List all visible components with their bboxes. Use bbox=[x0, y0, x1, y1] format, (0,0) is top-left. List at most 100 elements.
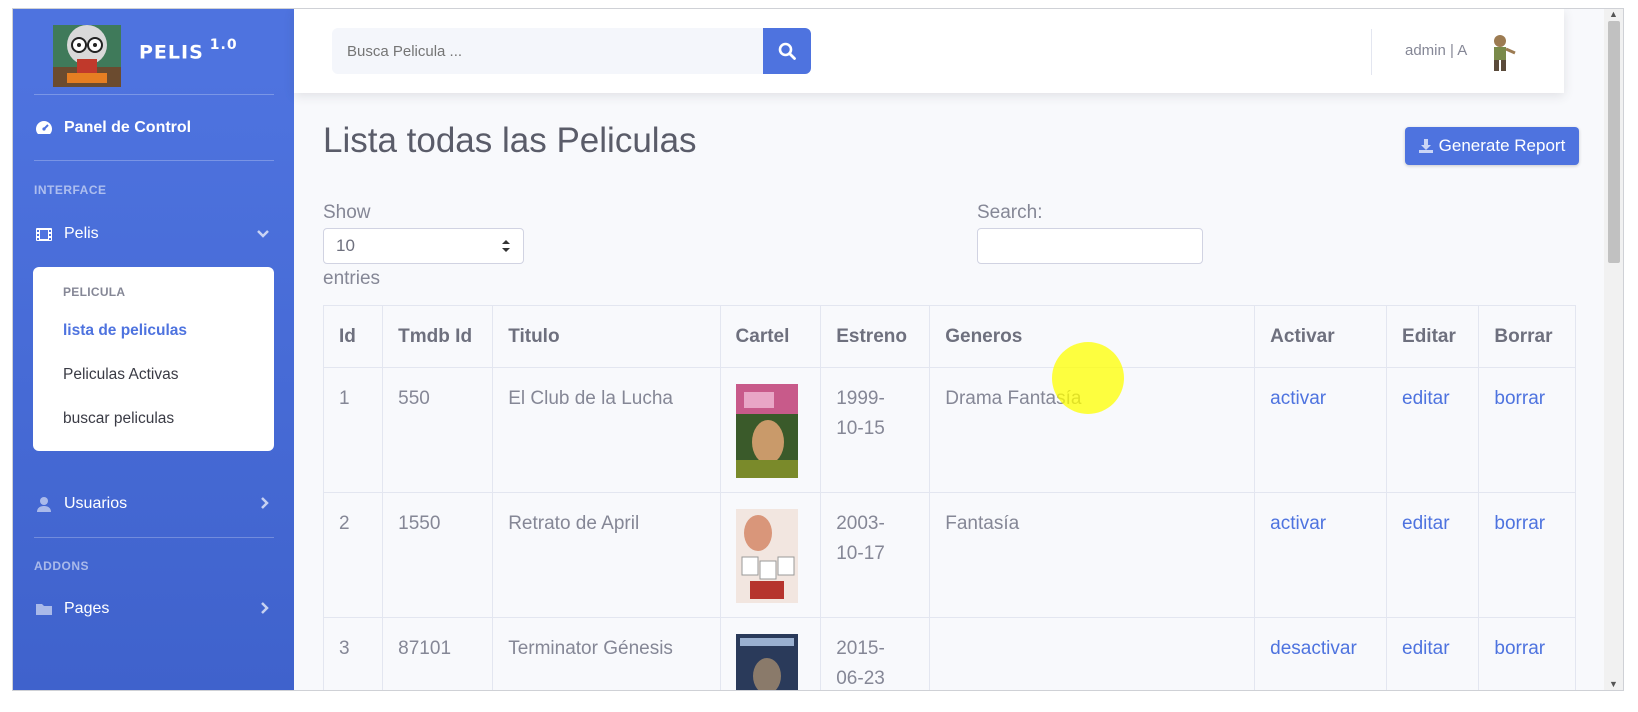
poster-image[interactable] bbox=[735, 384, 798, 478]
sidebar-item-pages[interactable]: Pages bbox=[34, 589, 274, 629]
section-label-interface: INTERFACE bbox=[34, 183, 107, 197]
cell-estreno: 2003- 10-17 bbox=[820, 492, 931, 618]
table-header-row: Id Tmdb Id Titulo Cartel Estreno Generos… bbox=[322, 305, 1576, 368]
generate-report-label: Generate Report bbox=[1438, 136, 1566, 155]
vertical-scrollbar[interactable]: ▲ ▼ bbox=[1604, 9, 1623, 690]
borrar-link[interactable]: borrar bbox=[1494, 388, 1545, 409]
sidebar-divider bbox=[34, 94, 274, 95]
entries-label: entries bbox=[323, 268, 381, 289]
movies-table: Id Tmdb Id Titulo Cartel Estreno Generos… bbox=[322, 305, 1576, 691]
user-name[interactable]: admin | A bbox=[1405, 42, 1467, 59]
tachometer-icon bbox=[34, 118, 54, 138]
cursor-highlight bbox=[1052, 342, 1124, 414]
table-search-input[interactable] bbox=[977, 228, 1203, 264]
select-arrows-icon bbox=[501, 238, 511, 259]
editar-link[interactable]: editar bbox=[1402, 388, 1450, 409]
cell-titulo: Terminator Génesis bbox=[492, 617, 721, 690]
table-row: 2 1550 Retrato de April 2003- 10-17 Fanta… bbox=[322, 492, 1576, 618]
browser-viewport: PELIS 1.0 Panel de Control INTERFACE Peli… bbox=[12, 8, 1624, 691]
submenu-header: PELICULA bbox=[63, 285, 126, 299]
sidebar-item-usuarios[interactable]: Usuarios bbox=[34, 484, 274, 524]
editar-link[interactable]: editar bbox=[1402, 638, 1450, 659]
sidebar-item-dashboard[interactable]: Panel de Control bbox=[34, 108, 274, 148]
scroll-down-arrow-icon[interactable]: ▼ bbox=[1609, 679, 1618, 689]
cell-titulo: Retrato de April bbox=[492, 492, 721, 618]
cell-borrar: borrar bbox=[1478, 492, 1576, 618]
cell-id: 1 bbox=[322, 367, 384, 493]
table-search-label: Search: bbox=[977, 202, 1043, 223]
pelis-submenu: PELICULA lista de peliculas Peliculas Ac… bbox=[33, 267, 274, 451]
column-header-tmdb-id[interactable]: Tmdb Id bbox=[382, 305, 494, 368]
sidebar-item-label: Pelis bbox=[64, 225, 99, 242]
cell-tmdb-id: 1550 bbox=[382, 492, 494, 618]
topbar-divider bbox=[1371, 29, 1372, 75]
search-input[interactable] bbox=[332, 28, 764, 74]
table-row: 3 87101 Terminator Génesis 2015- 06-23 de… bbox=[322, 617, 1576, 691]
brand[interactable]: PELIS 1.0 bbox=[13, 9, 294, 97]
submenu-item-lista-peliculas[interactable]: lista de peliculas bbox=[63, 322, 187, 340]
generate-report-button[interactable]: Generate Report bbox=[1405, 127, 1579, 165]
column-header-id[interactable]: Id bbox=[322, 305, 384, 368]
brand-version: 1.0 bbox=[209, 37, 238, 53]
column-header-estreno[interactable]: Estreno bbox=[820, 305, 931, 368]
poster-image[interactable] bbox=[735, 634, 798, 691]
show-label: Show bbox=[323, 202, 371, 223]
desactivar-link[interactable]: desactivar bbox=[1270, 638, 1357, 659]
cell-cartel bbox=[719, 617, 822, 691]
sidebar-item-pelis[interactable]: Pelis bbox=[34, 214, 274, 254]
scroll-thumb[interactable] bbox=[1608, 21, 1620, 263]
chevron-down-icon bbox=[256, 226, 270, 244]
brand-logo-icon bbox=[53, 25, 121, 87]
search-icon bbox=[778, 42, 796, 60]
editar-link[interactable]: editar bbox=[1402, 513, 1450, 534]
film-icon bbox=[34, 224, 54, 244]
submenu-item-buscar-peliculas[interactable]: buscar peliculas bbox=[63, 410, 174, 428]
cell-generos bbox=[929, 617, 1256, 690]
cell-tmdb-id: 87101 bbox=[382, 617, 494, 690]
cell-activar: desactivar bbox=[1254, 617, 1388, 690]
cell-editar: editar bbox=[1386, 367, 1480, 493]
entries-select-value: 10 bbox=[336, 236, 355, 255]
cell-tmdb-id: 550 bbox=[382, 367, 494, 493]
scroll-up-arrow-icon[interactable]: ▲ bbox=[1609, 9, 1618, 19]
cell-borrar: borrar bbox=[1478, 617, 1576, 690]
table-row: 1 550 El Club de la Lucha 1999- 10-15 Dra… bbox=[322, 367, 1576, 493]
chevron-right-icon bbox=[260, 601, 270, 620]
submenu-item-peliculas-activas[interactable]: Peliculas Activas bbox=[63, 366, 178, 384]
sidebar-item-label: Pages bbox=[64, 600, 110, 617]
cell-estreno: 1999- 10-15 bbox=[820, 367, 931, 493]
column-header-borrar[interactable]: Borrar bbox=[1478, 305, 1576, 368]
column-header-titulo[interactable]: Titulo bbox=[492, 305, 721, 368]
sidebar-item-label: Usuarios bbox=[64, 495, 128, 512]
column-header-editar[interactable]: Editar bbox=[1386, 305, 1480, 368]
search-button[interactable] bbox=[763, 28, 811, 74]
folder-icon bbox=[34, 599, 54, 619]
cell-activar: activar bbox=[1254, 492, 1388, 618]
cell-estreno: 2015- 06-23 bbox=[820, 617, 931, 690]
activar-link[interactable]: activar bbox=[1270, 388, 1326, 409]
entries-select[interactable]: 10 bbox=[323, 228, 524, 264]
borrar-link[interactable]: borrar bbox=[1494, 638, 1545, 659]
cell-cartel bbox=[719, 367, 822, 493]
chevron-right-icon bbox=[260, 496, 270, 515]
borrar-link[interactable]: borrar bbox=[1494, 513, 1545, 534]
cell-cartel bbox=[719, 492, 822, 618]
brand-name: PELIS 1.0 bbox=[139, 37, 238, 64]
download-icon bbox=[1418, 139, 1433, 153]
section-label-addons: ADDONS bbox=[34, 559, 90, 573]
column-header-cartel[interactable]: Cartel bbox=[719, 305, 822, 368]
cell-id: 2 bbox=[322, 492, 384, 618]
cell-activar: activar bbox=[1254, 367, 1388, 493]
avatar[interactable] bbox=[1480, 32, 1518, 72]
cell-editar: editar bbox=[1386, 492, 1480, 618]
sidebar-item-label: Panel de Control bbox=[64, 119, 192, 136]
page-title: Lista todas las Peliculas bbox=[323, 121, 697, 160]
topbar: admin | A bbox=[294, 9, 1564, 93]
cell-borrar: borrar bbox=[1478, 367, 1576, 493]
poster-image[interactable] bbox=[735, 509, 798, 603]
cell-editar: editar bbox=[1386, 617, 1480, 690]
activar-link[interactable]: activar bbox=[1270, 513, 1326, 534]
sidebar-divider bbox=[34, 537, 274, 538]
cell-titulo: El Club de la Lucha bbox=[492, 367, 721, 493]
column-header-activar[interactable]: Activar bbox=[1254, 305, 1388, 368]
